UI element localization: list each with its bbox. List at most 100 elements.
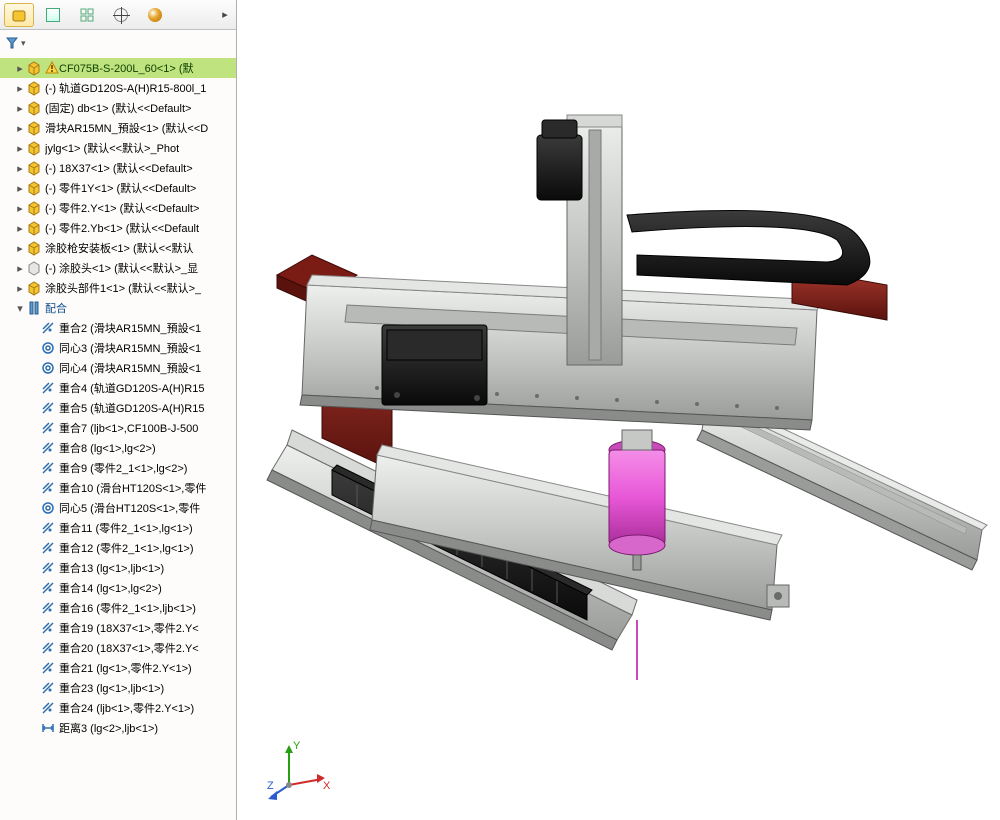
tree-node-label: 重合9 (零件2_1<1>,lg<2>) <box>59 460 187 476</box>
tree-node[interactable]: 重合24 (ljb<1>,零件2.Y<1>) <box>0 698 236 718</box>
coincident-icon <box>40 520 56 536</box>
model-scene <box>237 0 1000 820</box>
tree-node-label: CF075B-S-200L_60<1> (默 <box>59 60 194 76</box>
coincident-icon <box>40 540 56 556</box>
expander-icon[interactable]: ▸ <box>14 222 26 235</box>
tree-node[interactable]: ▸(-) 轨道GD120S-A(H)R15-800l_1 <box>0 78 236 98</box>
graphics-viewport[interactable]: Y X Z <box>237 0 1000 820</box>
tree-node-label: 重合20 (18X37<1>,零件2.Y< <box>59 640 199 656</box>
tree-node[interactable]: ▸(-) 涂胶头<1> (默认<<默认>_显 <box>0 258 236 278</box>
tab-feature-tree[interactable] <box>4 3 34 27</box>
concentric-icon <box>40 500 56 516</box>
tree-node[interactable]: ▸(固定) db<1> (默认<<Default> <box>0 98 236 118</box>
coincident-icon <box>40 620 56 636</box>
tree-node[interactable]: 重合20 (18X37<1>,零件2.Y< <box>0 638 236 658</box>
coincident-icon <box>40 480 56 496</box>
expander-icon[interactable]: ▸ <box>14 82 26 95</box>
tree-node[interactable]: 同心4 (滑块AR15MN_預設<1 <box>0 358 236 378</box>
tree-node[interactable]: 重合4 (轨道GD120S-A(H)R15 <box>0 378 236 398</box>
tree-node-label: jylg<1> (默认<<默认>_Phot <box>45 140 179 156</box>
tree-node[interactable]: 重合14 (lg<1>,lg<2>) <box>0 578 236 598</box>
tree-node[interactable]: ▸涂胶枪安装板<1> (默认<<默认 <box>0 238 236 258</box>
expander-icon[interactable]: ▸ <box>14 142 26 155</box>
expander-icon[interactable]: ▸ <box>14 282 26 295</box>
tree-node[interactable]: ▸ (-) 18X37<1> (默认<<Default> <box>0 158 236 178</box>
coincident-icon <box>40 660 56 676</box>
tab-dimxpert[interactable] <box>106 3 136 27</box>
assembly-icon <box>26 220 42 236</box>
tree-node[interactable]: 同心3 (滑块AR15MN_預設<1 <box>0 338 236 358</box>
concentric-icon <box>40 340 56 356</box>
tree-node[interactable]: 重合5 (轨道GD120S-A(H)R15 <box>0 398 236 418</box>
coincident-icon <box>40 680 56 696</box>
filter-dropdown-icon[interactable]: ▾ <box>21 38 26 49</box>
tree-node[interactable]: 重合10 (滑台HT120S<1>,零件 <box>0 478 236 498</box>
tree-node[interactable]: 重合13 (lg<1>,ljb<1>) <box>0 558 236 578</box>
tree-node-label: 距离3 (lg<2>,ljb<1>) <box>59 720 158 736</box>
tree-node[interactable]: 距离3 (lg<2>,ljb<1>) <box>0 718 236 738</box>
tree-node[interactable]: ▸ 滑块AR15MN_預設<1> (默认<<D <box>0 118 236 138</box>
coincident-icon <box>40 640 56 656</box>
panel-expand-chevron-icon[interactable]: ▸ <box>218 3 232 27</box>
concentric-icon <box>40 360 56 376</box>
feature-tree[interactable]: ▸ CF075B-S-200L_60<1> (默 ▸(-) 轨道GD120S-A(H… <box>0 56 236 820</box>
funnel-icon[interactable] <box>6 37 18 49</box>
svg-text:Y: Y <box>293 740 301 752</box>
tree-filter-bar: ▾ <box>0 30 236 56</box>
tree-node[interactable]: 重合11 (零件2_1<1>,lg<1>) <box>0 518 236 538</box>
coincident-icon <box>40 380 56 396</box>
svg-text:Z: Z <box>267 780 274 792</box>
tree-node[interactable]: ▸(-) 零件2.Y<1> (默认<<Default> <box>0 198 236 218</box>
tree-node-label: 重合14 (lg<1>,lg<2>) <box>59 580 162 596</box>
expander-icon[interactable]: ▸ <box>14 242 26 255</box>
distance-icon <box>40 720 56 736</box>
expander-icon[interactable]: ▸ <box>14 122 26 135</box>
tree-node[interactable]: 重合23 (lg<1>,ljb<1>) <box>0 678 236 698</box>
tree-node[interactable]: 重合7 (ljb<1>,CF100B-J-500 <box>0 418 236 438</box>
expander-icon[interactable]: ▸ <box>14 62 26 75</box>
tree-node[interactable]: ▸涂胶头部件1<1> (默认<<默认>_ <box>0 278 236 298</box>
tree-node-label: 配合 <box>45 300 67 316</box>
tree-node[interactable]: ▸(-) 零件2.Yb<1> (默认<<Default <box>0 218 236 238</box>
tree-node-label: 同心3 (滑块AR15MN_預設<1 <box>59 340 201 356</box>
tab-property-manager[interactable] <box>38 3 68 27</box>
tree-node[interactable]: 重合2 (滑块AR15MN_預設<1 <box>0 318 236 338</box>
tree-node[interactable]: 重合16 (零件2_1<1>,ljb<1>) <box>0 598 236 618</box>
tree-node[interactable]: ▸(-) 零件1Y<1> (默认<<Default> <box>0 178 236 198</box>
assembly-icon <box>26 240 42 256</box>
assembly-icon <box>26 80 42 96</box>
tree-node-label: (-) 18X37<1> (默认<<Default> <box>45 160 193 176</box>
orientation-triad[interactable]: Y X Z <box>267 737 332 802</box>
suppressed-icon <box>26 260 42 276</box>
warning-icon <box>45 61 59 75</box>
tab-configuration[interactable] <box>72 3 102 27</box>
tree-node[interactable]: 重合19 (18X37<1>,零件2.Y< <box>0 618 236 638</box>
expander-icon[interactable]: ▸ <box>14 262 26 275</box>
x-axis-rail <box>300 275 822 430</box>
sphere-icon <box>148 8 162 22</box>
tree-node[interactable]: ▸ CF075B-S-200L_60<1> (默 <box>0 58 236 78</box>
tree-node[interactable]: ▸ jylg<1> (默认<<默认>_Phot <box>0 138 236 158</box>
tree-node[interactable]: ▾ 配合 <box>0 298 236 318</box>
expander-icon[interactable]: ▸ <box>14 102 26 115</box>
crosshair-icon <box>114 8 128 22</box>
tab-appearances[interactable] <box>140 3 170 27</box>
tree-node[interactable]: 同心5 (滑台HT120S<1>,零件 <box>0 498 236 518</box>
expander-icon[interactable]: ▸ <box>14 182 26 195</box>
tree-node[interactable]: 重合12 (零件2_1<1>,lg<1>) <box>0 538 236 558</box>
expander-icon[interactable]: ▸ <box>14 162 26 175</box>
tree-node-label: 重合4 (轨道GD120S-A(H)R15 <box>59 380 204 396</box>
tree-node[interactable]: 重合9 (零件2_1<1>,lg<2>) <box>0 458 236 478</box>
expander-icon[interactable]: ▾ <box>14 302 26 315</box>
coincident-icon <box>40 440 56 456</box>
tree-node[interactable]: 重合21 (lg<1>,零件2.Y<1>) <box>0 658 236 678</box>
expander-icon[interactable]: ▸ <box>14 202 26 215</box>
tree-node[interactable]: 重合8 (lg<1>,lg<2>) <box>0 438 236 458</box>
tree-node-label: 重合5 (轨道GD120S-A(H)R15 <box>59 400 204 416</box>
svg-text:X: X <box>323 780 331 792</box>
tree-node-label: 重合24 (ljb<1>,零件2.Y<1>) <box>59 700 194 716</box>
tree-node-label: 同心5 (滑台HT120S<1>,零件 <box>59 500 200 516</box>
tree-node-label: 滑块AR15MN_預設<1> (默认<<D <box>45 120 208 136</box>
z-carriage <box>382 325 487 405</box>
feature-tree-panel: ▸ ▾ ▸ CF075B-S-200L_60<1> (默 ▸(-) 轨道GD120S… <box>0 0 237 820</box>
